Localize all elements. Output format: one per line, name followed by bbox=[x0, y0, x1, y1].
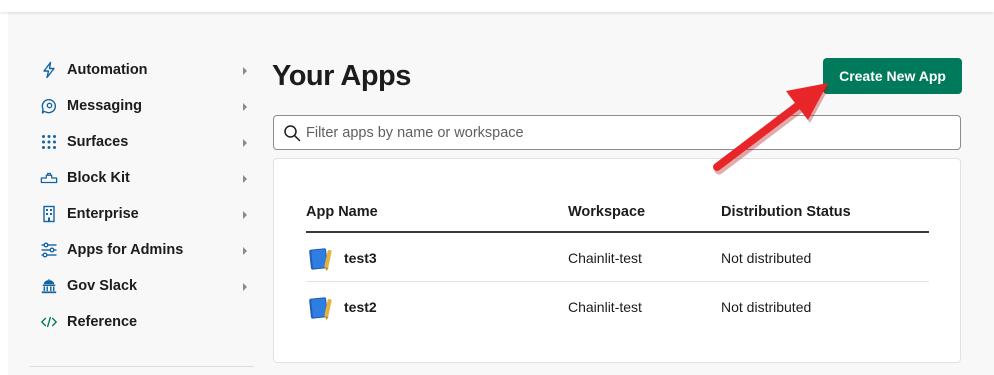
sidebar-item-label: Gov Slack bbox=[67, 278, 138, 294]
sliders-icon bbox=[38, 240, 60, 260]
code-brackets-icon bbox=[38, 312, 60, 332]
column-header-app-name[interactable]: App Name bbox=[306, 204, 378, 220]
sidebar-item-reference[interactable]: Reference bbox=[30, 304, 256, 340]
app-name-cell: test2 bbox=[306, 282, 377, 331]
table-row[interactable]: test2 Chainlit-test Not distributed bbox=[306, 282, 929, 331]
sidebar-item-gov-slack[interactable]: Gov Slack bbox=[30, 268, 256, 304]
sidebar-item-label: Reference bbox=[67, 314, 138, 330]
search-input[interactable] bbox=[306, 124, 946, 141]
chevron-right-icon bbox=[240, 244, 252, 256]
lightning-icon bbox=[38, 60, 60, 80]
blocks-icon bbox=[38, 168, 60, 188]
sidebar-item-label: Surfaces bbox=[67, 134, 129, 150]
sidebar-divider bbox=[30, 366, 254, 367]
sidebar-item-messaging[interactable]: Messaging bbox=[30, 88, 256, 124]
chevron-right-icon bbox=[240, 100, 252, 112]
app-name[interactable]: test2 bbox=[344, 299, 377, 315]
government-building-icon bbox=[38, 276, 60, 296]
chevron-right-icon bbox=[240, 280, 252, 292]
chevron-right-icon bbox=[240, 208, 252, 220]
building-icon bbox=[38, 204, 60, 224]
sidebar-item-block-kit[interactable]: Block Kit bbox=[30, 160, 256, 196]
sidebar-item-label: Messaging bbox=[67, 98, 142, 114]
sidebar-item-automation[interactable]: Automation bbox=[30, 52, 256, 88]
page-title: Your Apps bbox=[272, 60, 411, 92]
workspace-cell: Chainlit-test bbox=[568, 298, 642, 315]
app-name[interactable]: test3 bbox=[344, 250, 377, 266]
top-bar bbox=[0, 0, 994, 12]
sidebar-item-label: Block Kit bbox=[67, 170, 130, 186]
status-cell: Not distributed bbox=[721, 298, 812, 315]
message-bubble-icon bbox=[38, 96, 60, 116]
chevron-right-icon bbox=[240, 64, 252, 76]
sidebar-item-label: Automation bbox=[67, 62, 148, 78]
sidebar-item-label: Apps for Admins bbox=[67, 242, 184, 258]
grid-dots-icon bbox=[38, 132, 60, 152]
app-notebook-icon bbox=[309, 296, 332, 320]
apps-table-card: App Name Workspace Distribution Status t… bbox=[273, 158, 961, 363]
sidebar-item-apps-for-admins[interactable]: Apps for Admins bbox=[30, 232, 256, 268]
sidebar-item-label: Enterprise bbox=[67, 206, 139, 222]
workspace-cell: Chainlit-test bbox=[568, 249, 642, 266]
app-name-cell: test3 bbox=[306, 233, 377, 282]
chevron-right-icon bbox=[240, 136, 252, 148]
status-cell: Not distributed bbox=[721, 249, 812, 266]
table-row[interactable]: test3 Chainlit-test Not distributed bbox=[306, 233, 929, 282]
column-header-distribution-status[interactable]: Distribution Status bbox=[721, 204, 851, 220]
app-notebook-icon bbox=[309, 247, 332, 271]
sidebar: Automation Messaging Surfaces Block Kit bbox=[30, 52, 256, 340]
sidebar-item-enterprise[interactable]: Enterprise bbox=[30, 196, 256, 232]
create-new-app-button[interactable]: Create New App bbox=[823, 58, 962, 94]
sidebar-item-surfaces[interactable]: Surfaces bbox=[30, 124, 256, 160]
search-icon bbox=[284, 124, 301, 141]
chevron-right-icon bbox=[240, 172, 252, 184]
column-header-workspace[interactable]: Workspace bbox=[568, 204, 645, 220]
search-box[interactable] bbox=[273, 115, 961, 150]
